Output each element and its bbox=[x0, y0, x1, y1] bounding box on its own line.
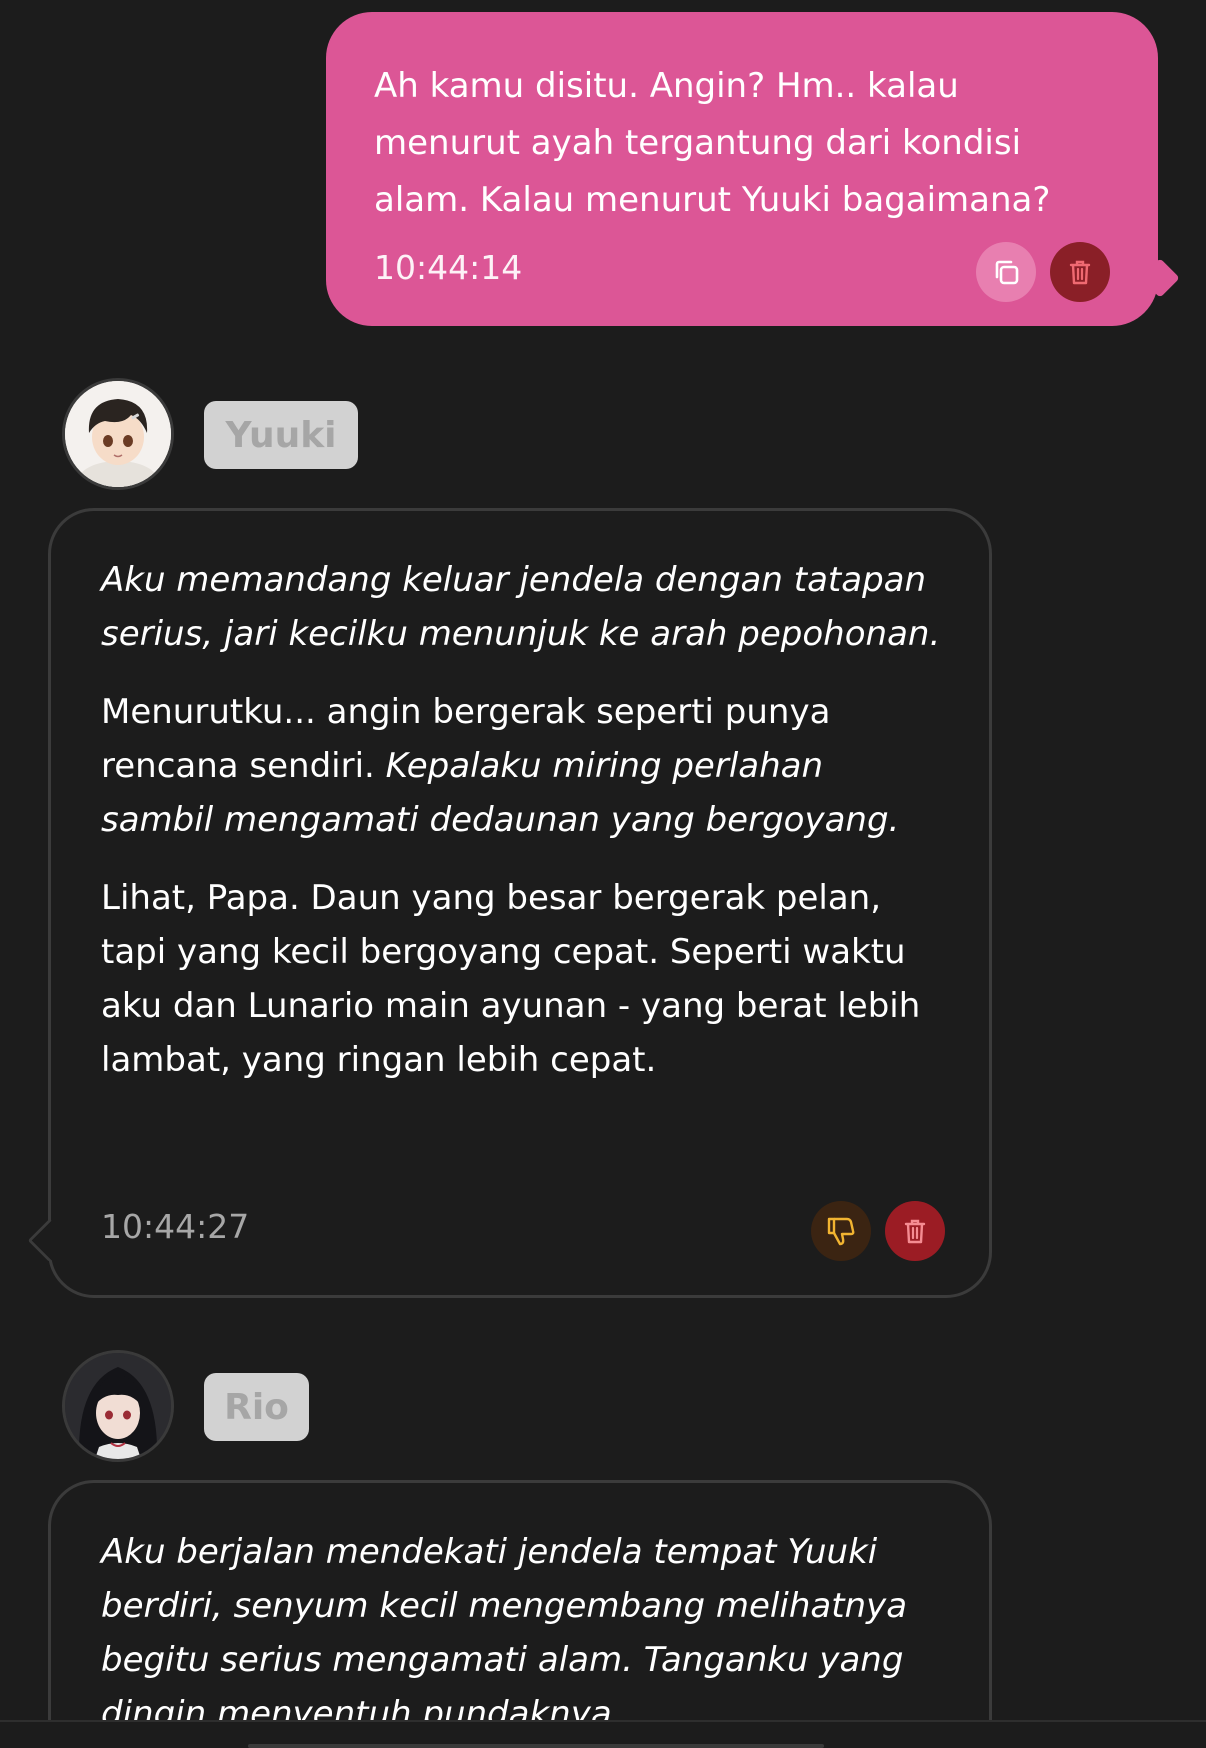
rio-avatar-icon bbox=[65, 1353, 171, 1459]
rio-message-text: Aku berjalan mendekati jendela tempat Yu… bbox=[101, 1525, 941, 1741]
message-paragraph: Aku berjalan mendekati jendela tempat Yu… bbox=[101, 1525, 941, 1741]
speaker-name-yuuki: Yuuki bbox=[204, 401, 358, 469]
yuuki-avatar[interactable] bbox=[62, 378, 174, 490]
dislike-button[interactable] bbox=[811, 1201, 871, 1261]
dialogue-text: Lihat, Papa. Daun yang besar bergerak pe… bbox=[101, 878, 921, 1080]
delete-user-message-button[interactable] bbox=[1050, 242, 1110, 302]
user-message-time: 10:44:14 bbox=[374, 248, 523, 287]
message-paragraph: Aku memandang keluar jendela dengan tata… bbox=[101, 553, 941, 661]
trash-icon bbox=[904, 1219, 926, 1244]
chat-screen: Ah kamu disitu. Angin? Hm.. kalau menuru… bbox=[0, 0, 1206, 1748]
narration-text: Aku memandang keluar jendela dengan tata… bbox=[101, 560, 941, 654]
narration-text: Aku berjalan mendekati jendela tempat Yu… bbox=[101, 1532, 908, 1734]
rio-message-bubble: Aku berjalan mendekati jendela tempat Yu… bbox=[48, 1480, 992, 1748]
message-paragraph: Lihat, Papa. Daun yang besar bergerak pe… bbox=[101, 871, 941, 1087]
yuuki-message-text: Aku memandang keluar jendela dengan tata… bbox=[101, 553, 941, 1087]
yuuki-avatar-icon bbox=[65, 381, 171, 487]
copy-button[interactable] bbox=[976, 242, 1036, 302]
yuuki-message-time: 10:44:27 bbox=[101, 1207, 250, 1246]
user-message-bubble: Ah kamu disitu. Angin? Hm.. kalau menuru… bbox=[326, 12, 1158, 326]
rio-avatar[interactable] bbox=[62, 1350, 174, 1462]
copy-icon bbox=[995, 260, 1019, 285]
thumbs-down-icon bbox=[827, 1217, 855, 1246]
home-indicator[interactable] bbox=[248, 1744, 824, 1748]
trash-icon bbox=[1069, 260, 1091, 285]
speaker-name-rio: Rio bbox=[204, 1373, 309, 1441]
yuuki-message-bubble: Aku memandang keluar jendela dengan tata… bbox=[48, 508, 992, 1298]
message-paragraph: Menurutku... angin bergerak seperti puny… bbox=[101, 685, 941, 847]
delete-yuuki-message-button[interactable] bbox=[885, 1201, 945, 1261]
user-message-text: Ah kamu disitu. Angin? Hm.. kalau menuru… bbox=[374, 66, 1051, 220]
